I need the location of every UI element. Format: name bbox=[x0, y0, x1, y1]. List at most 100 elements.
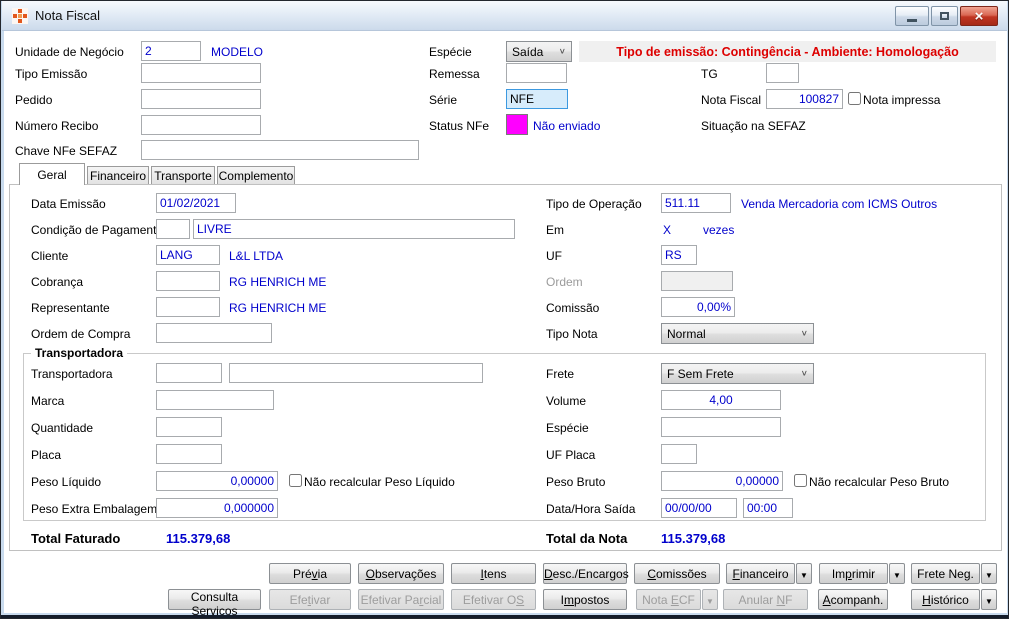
label-peso-bruto: Peso Bruto bbox=[546, 475, 606, 489]
label-tipo-operacao: Tipo de Operação bbox=[546, 197, 642, 211]
comissoes-button[interactable]: Comissões bbox=[634, 563, 720, 584]
quantidade-input[interactable] bbox=[156, 417, 222, 437]
tipo-emissao-input[interactable] bbox=[141, 63, 261, 83]
data-saida-input[interactable] bbox=[661, 498, 737, 518]
label-nao-recalcular-peso-liquido: Não recalcular Peso Líquido bbox=[304, 475, 455, 489]
data-emissao-input[interactable] bbox=[156, 193, 236, 213]
label-total-faturado: Total Faturado bbox=[31, 531, 121, 546]
cobranca-code-input[interactable] bbox=[156, 271, 220, 291]
nota-impressa-checkbox[interactable] bbox=[848, 92, 861, 105]
em-value: X bbox=[663, 223, 672, 237]
status-nfe-color-swatch bbox=[506, 114, 528, 135]
label-nota-fiscal: Nota Fiscal bbox=[701, 93, 762, 107]
label-numero-recibo: Número Recibo bbox=[15, 119, 99, 133]
label-cobranca: Cobrança bbox=[31, 275, 84, 289]
consulta-servicos-button[interactable]: Consulta Serviços bbox=[168, 589, 261, 618]
status-nfe-text: Não enviado bbox=[533, 119, 601, 133]
efetivar-parcial-button: Efetivar Parcial bbox=[358, 589, 444, 610]
comissao-input[interactable] bbox=[661, 297, 735, 317]
label-cliente: Cliente bbox=[31, 249, 69, 263]
unidade-negocio-name: MODELO bbox=[211, 45, 264, 59]
label-tg: TG bbox=[701, 67, 718, 81]
remessa-input[interactable] bbox=[506, 63, 567, 83]
nota-ecf-dropdown-arrow: ▼ bbox=[702, 589, 718, 610]
representante-code-input[interactable] bbox=[156, 297, 220, 317]
chave-nfe-input[interactable] bbox=[141, 140, 419, 160]
nao-recalcular-peso-bruto-checkbox[interactable] bbox=[794, 474, 807, 487]
volume-input[interactable] bbox=[661, 390, 781, 410]
total-faturado-value: 115.379,68 bbox=[166, 531, 231, 546]
peso-extra-input[interactable] bbox=[156, 498, 278, 518]
peso-bruto-input[interactable] bbox=[661, 471, 783, 491]
frete-neg-dropdown-arrow[interactable]: ▼ bbox=[981, 563, 997, 584]
condicao-pagamento-code-input[interactable] bbox=[156, 219, 190, 239]
acompanh-button[interactable]: Acompanh. bbox=[818, 589, 888, 610]
nao-recalcular-peso-liquido-checkbox[interactable] bbox=[289, 474, 302, 487]
emission-banner: Tipo de emissão: Contingência - Ambiente… bbox=[579, 41, 996, 62]
representante-name: RG HENRICH ME bbox=[229, 301, 327, 315]
condicao-pagamento-input[interactable] bbox=[193, 219, 515, 239]
historico-dropdown-arrow[interactable]: ▼ bbox=[981, 589, 997, 610]
cliente-name: L&L LTDA bbox=[229, 249, 284, 263]
tab-financeiro[interactable]: Financeiro bbox=[87, 166, 149, 184]
financeiro-dropdown-arrow[interactable]: ▼ bbox=[796, 563, 812, 584]
uf-placa-input[interactable] bbox=[661, 444, 697, 464]
placa-input[interactable] bbox=[156, 444, 222, 464]
financeiro-button[interactable]: Financeiro bbox=[726, 563, 795, 584]
nota-fiscal-input[interactable] bbox=[766, 89, 843, 109]
tab-complemento[interactable]: Complemento bbox=[217, 166, 295, 184]
label-data-hora-saida: Data/Hora Saída bbox=[546, 502, 636, 516]
especie-transporte-input[interactable] bbox=[661, 417, 781, 437]
peso-liquido-input[interactable] bbox=[156, 471, 278, 491]
label-condicao-pagamento: Condição de Pagamento bbox=[31, 223, 164, 237]
label-remessa: Remessa bbox=[429, 67, 480, 81]
transportadora-name-input[interactable] bbox=[229, 363, 483, 383]
nota-ecf-button: Nota ECF bbox=[636, 589, 701, 610]
tab-transporte[interactable]: Transporte bbox=[151, 166, 215, 184]
label-marca: Marca bbox=[31, 394, 65, 408]
unidade-negocio-input[interactable] bbox=[141, 41, 201, 61]
label-pedido: Pedido bbox=[15, 93, 53, 107]
especie-select[interactable]: Saída ∨ bbox=[506, 41, 572, 62]
label-em: Em bbox=[546, 223, 564, 237]
desc-encargos-button[interactable]: Desc./Encargos bbox=[543, 563, 629, 584]
minimize-icon bbox=[907, 19, 917, 22]
total-da-nota-value: 115.379,68 bbox=[661, 531, 726, 546]
minimize-button[interactable] bbox=[895, 6, 929, 26]
imprimir-dropdown-arrow[interactable]: ▼ bbox=[889, 563, 905, 584]
observacoes-button[interactable]: Observações bbox=[358, 563, 444, 584]
marca-input[interactable] bbox=[156, 390, 274, 410]
label-nao-recalcular-peso-bruto: Não recalcular Peso Bruto bbox=[809, 475, 950, 489]
impostos-button[interactable]: Impostos bbox=[543, 589, 627, 610]
pedido-input[interactable] bbox=[141, 89, 261, 109]
uf-input[interactable] bbox=[661, 245, 697, 265]
label-peso-extra: Peso Extra Embalagem bbox=[31, 502, 158, 516]
label-total-da-nota: Total da Nota bbox=[546, 531, 628, 546]
label-tipo-emissao: Tipo Emissão bbox=[15, 67, 88, 81]
chevron-down-icon: ∨ bbox=[800, 329, 808, 338]
imprimir-button[interactable]: Imprimir bbox=[819, 563, 888, 584]
anular-nf-button: Anular NF bbox=[723, 589, 808, 610]
historico-button[interactable]: Histórico bbox=[911, 589, 980, 610]
maximize-button[interactable] bbox=[931, 6, 958, 26]
cliente-code-input[interactable] bbox=[156, 245, 220, 265]
transportadora-group-title: Transportadora bbox=[31, 346, 128, 360]
previa-button[interactable]: Prévia bbox=[269, 563, 351, 584]
label-transportadora: Transportadora bbox=[31, 367, 113, 381]
frete-select[interactable]: F Sem Frete ∨ bbox=[661, 363, 814, 384]
tipo-nota-select[interactable]: Normal ∨ bbox=[661, 323, 814, 344]
maximize-icon bbox=[940, 12, 949, 20]
tipo-operacao-input[interactable] bbox=[661, 193, 731, 213]
label-uf-placa: UF Placa bbox=[546, 448, 596, 462]
tg-input[interactable] bbox=[766, 63, 799, 83]
frete-neg-button[interactable]: Frete Neg. bbox=[911, 563, 980, 584]
label-data-emissao: Data Emissão bbox=[31, 197, 106, 211]
ordem-compra-input[interactable] bbox=[156, 323, 272, 343]
hora-saida-input[interactable] bbox=[743, 498, 793, 518]
transportadora-code-input[interactable] bbox=[156, 363, 222, 383]
itens-button[interactable]: Itens bbox=[451, 563, 536, 584]
serie-input[interactable] bbox=[506, 89, 568, 109]
numero-recibo-input[interactable] bbox=[141, 115, 261, 135]
close-button[interactable]: × bbox=[960, 6, 998, 26]
tab-geral[interactable]: Geral bbox=[19, 163, 85, 185]
